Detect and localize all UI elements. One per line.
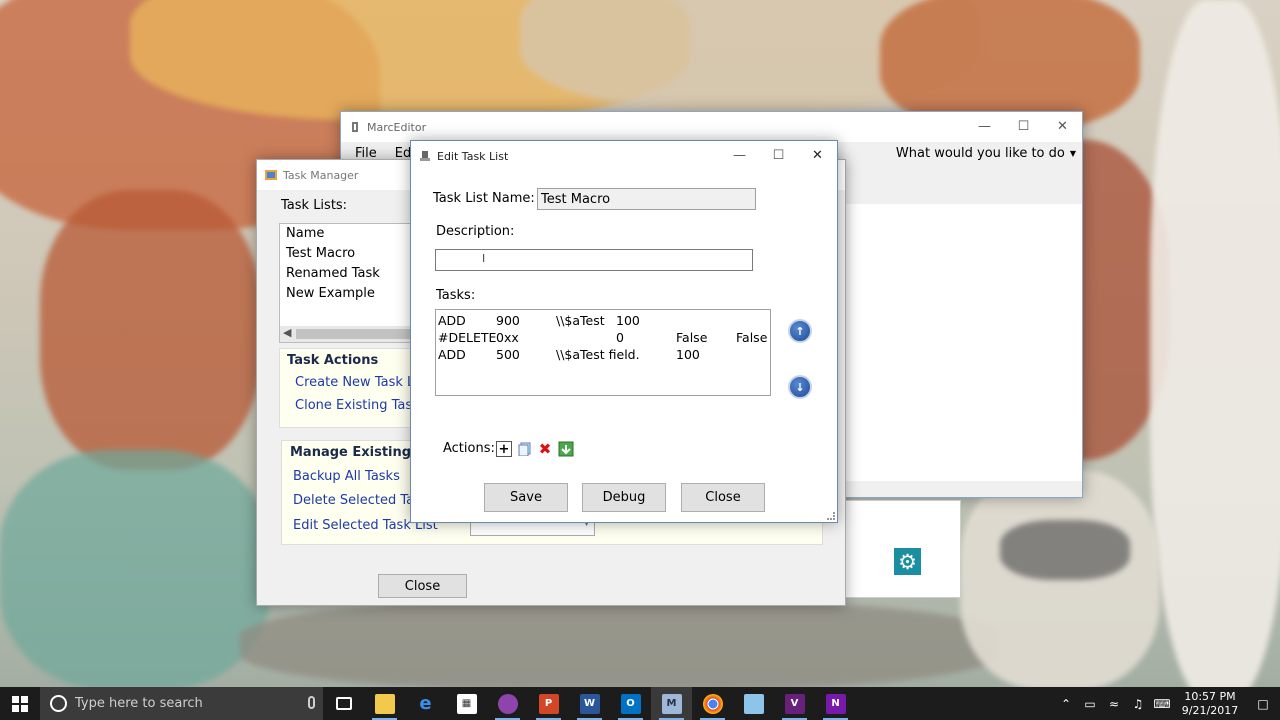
minimize-icon[interactable]: —	[965, 112, 1004, 140]
minimize-icon[interactable]: —	[720, 141, 759, 169]
task-manager-app-icon	[265, 169, 277, 181]
task-flag2: False	[736, 330, 768, 345]
maximize-icon[interactable]: ☐	[1004, 112, 1043, 140]
task-field: 900	[496, 313, 520, 328]
marceditor-caption-buttons: — ☐ ✕	[965, 112, 1082, 140]
chrome-icon[interactable]	[692, 687, 733, 720]
list-header: Name	[286, 226, 325, 241]
task-lists-label: Task Lists:	[281, 198, 348, 213]
task-view-icon[interactable]	[323, 687, 364, 720]
cortana-icon	[50, 695, 67, 712]
delete-selected-task-link[interactable]: Delete Selected Task	[293, 493, 428, 508]
maximize-icon[interactable]: ☐	[759, 141, 798, 169]
task-actions-heading: Task Actions	[287, 353, 379, 368]
list-item[interactable]: New Example	[280, 284, 418, 304]
close-icon[interactable]: ✕	[798, 141, 837, 169]
horizontal-scrollbar[interactable]: ◀	[280, 326, 418, 342]
description-label: Description:	[436, 224, 515, 239]
gear-icon[interactable]: ⚙	[894, 548, 921, 575]
keyboard-icon[interactable]: ⌨	[1150, 697, 1174, 711]
task-manager-close-button[interactable]: Close	[378, 574, 467, 598]
outlook-icon[interactable]: O	[610, 687, 651, 720]
copy-icon[interactable]	[517, 441, 533, 457]
edit-task-list-app-icon	[419, 150, 431, 162]
debug-button[interactable]: Debug	[582, 483, 666, 512]
tasks-label: Tasks:	[436, 288, 476, 303]
delete-icon[interactable]: ✖	[537, 440, 553, 458]
add-icon[interactable]: +	[496, 441, 512, 457]
task-data: \\$aTest field.	[556, 347, 640, 362]
clock[interactable]: 10:57 PM 9/21/2017	[1174, 690, 1246, 718]
move-down-icon[interactable]: ↓	[788, 375, 812, 399]
task-list-name-input[interactable]	[537, 188, 756, 210]
gear-panel: ⚙	[845, 500, 961, 598]
task-field: 500	[496, 347, 520, 362]
word-icon[interactable]: W	[569, 687, 610, 720]
app-notepad-icon[interactable]	[733, 687, 774, 720]
import-icon[interactable]	[558, 441, 574, 457]
microphone-icon[interactable]	[308, 696, 315, 709]
list-item[interactable]: ADD 900 \\$aTest 100	[436, 312, 770, 329]
task-list-name-label: Task List Name:	[433, 191, 535, 206]
task-data: \\$aTest	[556, 313, 605, 328]
volume-icon[interactable]: ♫	[1126, 697, 1150, 711]
task-value: 100	[676, 347, 700, 362]
task-manager-title: Task Manager	[283, 168, 359, 182]
marceditor-title: MarcEditor	[367, 120, 427, 134]
list-item[interactable]: ADD 500 \\$aTest field. 100	[436, 346, 770, 363]
tell-me-text: What would you like to do	[895, 145, 1065, 161]
actions-label: Actions:	[443, 441, 495, 456]
battery-icon[interactable]: ▭	[1078, 697, 1102, 711]
close-button[interactable]: Close	[681, 483, 765, 512]
scrollbar-thumb[interactable]	[296, 329, 416, 339]
task-command: ADD	[438, 313, 466, 328]
store-icon[interactable]: ▦	[446, 687, 487, 720]
onenote-icon[interactable]: N	[815, 687, 856, 720]
task-value: 100	[616, 313, 640, 328]
chevron-left-icon[interactable]: ◀	[283, 326, 291, 339]
marceditor-app-icon	[349, 121, 361, 133]
tell-me-box[interactable]: What would you like to do ▼	[896, 142, 1076, 164]
task-lists-listbox[interactable]: Name Test Macro Renamed Task New Example…	[279, 223, 419, 343]
taskbar-search-box[interactable]: Type here to search	[40, 687, 323, 720]
backup-all-tasks-link[interactable]: Backup All Tasks	[293, 469, 400, 484]
windows-logo-icon[interactable]	[0, 687, 40, 720]
edit-task-list-title: Edit Task List	[437, 149, 509, 163]
system-tray: ⌃ ▭ ≈ ♫ ⌨ 10:57 PM 9/21/2017 □	[1054, 687, 1280, 720]
save-button[interactable]: Save	[484, 483, 568, 512]
app-purple-icon[interactable]	[487, 687, 528, 720]
edit-task-list-caption-buttons: — ☐ ✕	[720, 141, 837, 169]
powerpoint-icon[interactable]: P	[528, 687, 569, 720]
close-icon[interactable]: ✕	[1043, 112, 1082, 140]
notifications-icon[interactable]: □	[1246, 697, 1280, 711]
search-placeholder: Type here to search	[75, 696, 203, 711]
task-command: #DELETE	[438, 330, 497, 345]
task-value: 0	[616, 330, 624, 345]
visual-studio-icon[interactable]: V	[774, 687, 815, 720]
list-item[interactable]: Test Macro	[280, 244, 418, 264]
taskbar: Type here to search e ▦ P W O M V N ⌃ ▭ …	[0, 687, 1280, 720]
chevron-up-icon[interactable]: ⌃	[1054, 697, 1078, 711]
task-field: 0xx	[496, 330, 519, 345]
file-explorer-icon[interactable]	[364, 687, 405, 720]
clock-date: 9/21/2017	[1181, 703, 1239, 717]
edge-icon[interactable]: e	[405, 687, 446, 720]
task-command: ADD	[438, 347, 466, 362]
text-cursor-icon: I	[482, 252, 486, 265]
marceditor-taskbar-icon[interactable]: M	[651, 687, 692, 720]
task-flag1: False	[676, 330, 708, 345]
wifi-icon[interactable]: ≈	[1102, 697, 1126, 711]
tasks-listbox[interactable]: ADD 900 \\$aTest 100 #DELETE 0xx 0 False…	[435, 309, 771, 396]
edit-task-list-dialog[interactable]: Edit Task List — ☐ ✕ Task List Name: Des…	[410, 140, 838, 523]
move-up-icon[interactable]: ↑	[788, 319, 812, 343]
clock-time: 10:57 PM	[1184, 689, 1236, 703]
chevron-down-icon: ▼	[1069, 148, 1076, 158]
list-item[interactable]: Renamed Task	[280, 264, 418, 284]
list-item[interactable]: #DELETE 0xx 0 False False	[436, 329, 770, 346]
resize-grip[interactable]	[827, 512, 835, 520]
